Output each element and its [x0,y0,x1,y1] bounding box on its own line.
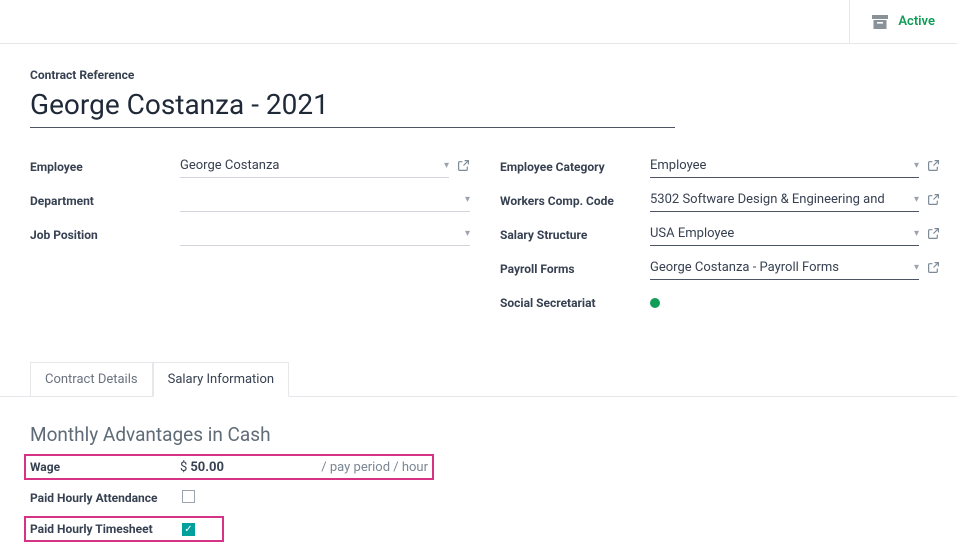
salary-section: Monthly Advantages in Cash Wage $ 50.00 … [0,397,957,548]
page-title: George Costanza - 2021 [30,88,675,121]
wage-label: Wage [30,460,180,474]
employee-category-row: Employee Category Employee ▾ [500,154,940,180]
form-body: Contract Reference George Costanza - 202… [0,44,957,326]
payroll-forms-row: Payroll Forms George Costanza - Payroll … [500,256,940,282]
status-label: Active [898,14,935,29]
top-bar: Active [0,0,957,44]
employee-select[interactable]: George Costanza ▾ [180,156,449,178]
employee-field-row: Employee George Costanza ▾ [30,154,470,180]
contract-reference-label: Contract Reference [30,68,927,82]
external-link-icon[interactable] [927,159,940,176]
paid-hourly-attendance-label: Paid Hourly Attendance [30,490,180,507]
department-field-row: Department ▾ [30,188,470,214]
department-label: Department [30,194,180,208]
paid-hourly-timesheet-checkbox[interactable]: ✓ [182,523,195,536]
salary-structure-select[interactable]: USA Employee ▾ [650,224,919,246]
external-link-icon[interactable] [927,261,940,278]
chevron-down-icon: ▾ [914,262,919,273]
chevron-down-icon: ▾ [914,160,919,171]
external-link-icon[interactable] [927,193,940,210]
paid-hourly-attendance-row: Paid Hourly Attendance [30,490,440,516]
tab-contract-details[interactable]: Contract Details [30,362,153,397]
wage-per: / pay period / hour [321,460,428,475]
status-badge[interactable]: Active [849,0,957,43]
wage-value-wrap[interactable]: $ 50.00 / pay period / hour [180,460,428,475]
chevron-down-icon: ▾ [914,194,919,205]
field-columns: Employee George Costanza ▾ Department [30,154,927,316]
wage-currency: $ [180,460,187,475]
chevron-down-icon: ▾ [914,228,919,239]
payroll-forms-label: Payroll Forms [500,262,650,276]
tabs: Contract Details Salary Information [0,362,957,396]
left-column: Employee George Costanza ▾ Department [30,154,470,316]
chevron-down-icon: ▾ [465,228,470,239]
paid-hourly-timesheet-row: Paid Hourly Timesheet ✓ [24,516,224,542]
title-input[interactable]: George Costanza - 2021 [30,88,675,128]
workers-comp-label: Workers Comp. Code [500,194,650,208]
tab-salary-information[interactable]: Salary Information [153,362,289,397]
job-position-select[interactable]: ▾ [180,224,470,246]
paid-hourly-timesheet-label: Paid Hourly Timesheet [30,522,180,536]
payroll-forms-select[interactable]: George Costanza - Payroll Forms ▾ [650,258,919,280]
social-secretariat-label: Social Secretariat [500,296,650,310]
archive-icon [872,15,888,29]
chevron-down-icon: ▾ [465,194,470,205]
section-title: Monthly Advantages in Cash [30,423,927,446]
workers-comp-row: Workers Comp. Code 5302 Software Design … [500,188,940,214]
workers-comp-select[interactable]: 5302 Software Design & Engineering and ▾ [650,190,919,212]
tabs-container: Contract Details Salary Information [0,362,957,397]
external-link-icon[interactable] [927,227,940,244]
employee-category-select[interactable]: Employee ▾ [650,156,919,178]
paid-hourly-attendance-checkbox[interactable] [182,490,195,503]
status-dot-icon [650,298,660,308]
chevron-down-icon: ▾ [444,160,449,171]
job-position-label: Job Position [30,228,180,242]
wage-row: Wage $ 50.00 / pay period / hour [24,454,434,480]
employee-label: Employee [30,160,180,174]
social-secretariat-row: Social Secretariat [500,290,940,316]
external-link-icon[interactable] [457,159,470,176]
job-position-field-row: Job Position ▾ [30,222,470,248]
salary-structure-label: Salary Structure [500,228,650,242]
department-select[interactable]: ▾ [180,190,470,212]
wage-amount: 50.00 [190,460,224,475]
right-column: Employee Category Employee ▾ Workers Com… [500,154,940,316]
employee-category-label: Employee Category [500,160,650,174]
salary-structure-row: Salary Structure USA Employee ▾ [500,222,940,248]
